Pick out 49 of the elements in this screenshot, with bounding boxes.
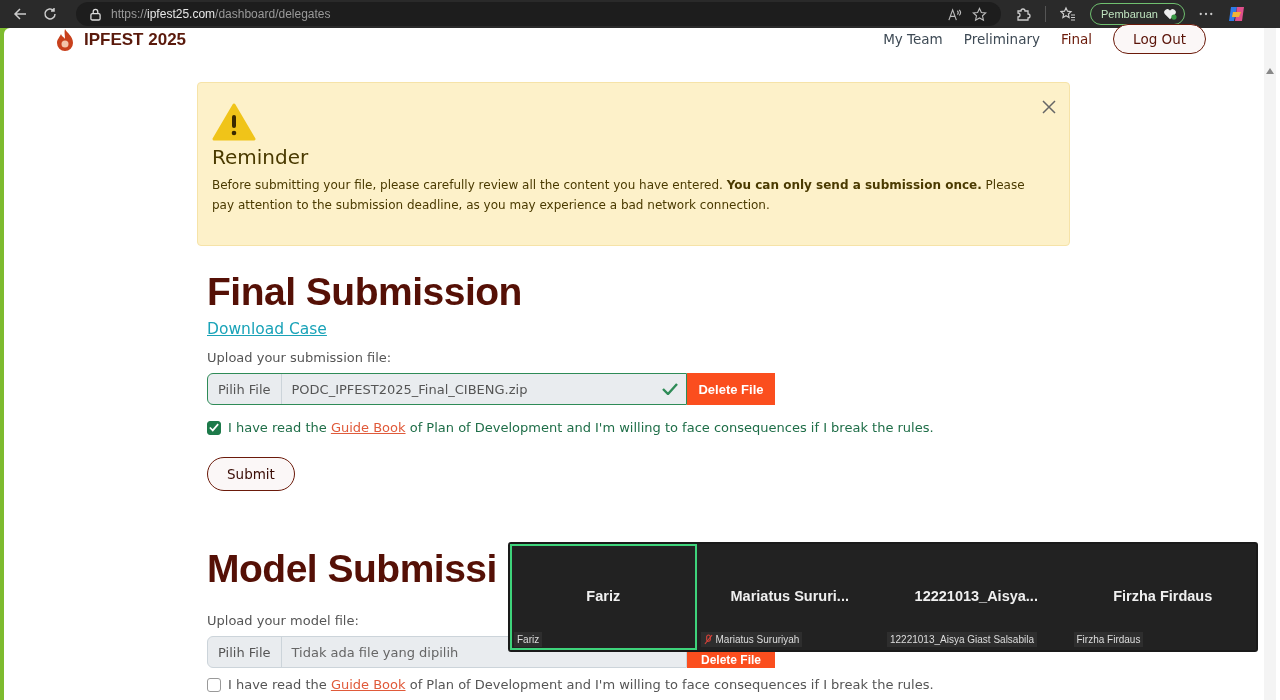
agree-checkbox[interactable] xyxy=(207,677,221,692)
participant-tile[interactable]: Firzha Firdaus Firzha Firdaus xyxy=(1069,544,1256,650)
site-logo-text[interactable]: IPFEST 2025 xyxy=(84,30,187,50)
back-icon[interactable] xyxy=(12,6,28,22)
flame-logo-icon xyxy=(54,28,76,52)
agree-checkbox[interactable] xyxy=(207,420,221,435)
extensions-icon[interactable] xyxy=(1015,6,1031,22)
section-heading: Final Submission xyxy=(207,270,522,314)
section-heading: Model Submissi xyxy=(207,547,497,591)
participant-tile[interactable]: Fariz Fariz xyxy=(510,544,697,650)
copilot-icon[interactable] xyxy=(1226,4,1247,24)
close-icon[interactable] xyxy=(1042,100,1056,114)
lock-icon xyxy=(90,7,101,21)
muted-mic-icon xyxy=(703,634,713,645)
url-text: https://ipfest25.com/dashboard/delegates xyxy=(111,7,331,21)
alert-message: Before submitting your file, please carefully review all the content you have entered. You can only send a submission once. Please pay attention to the submission deadline, as you may experience a bad network connection. xyxy=(212,177,1026,214)
check-icon xyxy=(662,383,678,395)
guide-book-link[interactable]: Guide Book xyxy=(330,677,406,692)
favorites-icon[interactable] xyxy=(1060,6,1076,22)
agreement-text: I have read the Guide Book of Plan of Development and I'm willing to face consequences if I break the rules. xyxy=(228,420,934,435)
alert-title: Reminder xyxy=(212,145,310,169)
guide-book-link[interactable]: Guide Book xyxy=(330,420,406,435)
agreement-text: I have read the Guide Book of Plan of Development and I'm willing to face consequences if I break the rules. xyxy=(228,677,934,692)
participant-label-text: Firzha Firdaus xyxy=(1076,634,1141,645)
star-icon[interactable] xyxy=(972,6,987,22)
reload-icon[interactable] xyxy=(42,6,58,22)
participant-name: 12221013_Aisya... xyxy=(914,588,1038,604)
scroll-up-icon[interactable] xyxy=(1266,68,1274,74)
participant-name: Firzha Firdaus xyxy=(1113,588,1213,604)
warning-icon xyxy=(212,103,256,141)
upload-label: Upload your submission file: xyxy=(207,350,392,365)
participant-label-text: Fariz xyxy=(517,634,540,645)
participant-name: Mariatus Sururi... xyxy=(730,588,849,604)
participant-name: Fariz xyxy=(586,588,621,604)
nav-link[interactable]: My Team xyxy=(883,31,943,47)
log-out-button[interactable]: Log Out xyxy=(1113,24,1206,54)
participant-tile[interactable]: 12221013_Aisya... 12221013_Aisya Giast Salsabila xyxy=(883,544,1070,650)
more-icon[interactable] xyxy=(1198,12,1213,16)
submit-button[interactable]: Submit xyxy=(207,457,295,491)
read-aloud-icon[interactable] xyxy=(947,6,962,22)
heart-icon xyxy=(1161,7,1178,21)
participant-label-text: 12221013_Aisya Giast Salsabila xyxy=(890,634,1034,645)
participant-tile[interactable]: Mariatus Sururi... Mariatus Sururiyah xyxy=(696,544,883,650)
address-bar[interactable]: https://ipfest25.com/dashboard/delegates xyxy=(76,2,1001,26)
nav-link[interactable]: Final xyxy=(1061,31,1093,47)
file-input[interactable]: Pilih File PODC_IPFEST2025_Final_CIBENG.zip xyxy=(207,373,687,405)
upload-label: Upload your model file: xyxy=(207,613,359,628)
nav-link[interactable]: Preliminary xyxy=(963,31,1040,47)
update-button[interactable]: Pembaruan xyxy=(1090,3,1185,25)
